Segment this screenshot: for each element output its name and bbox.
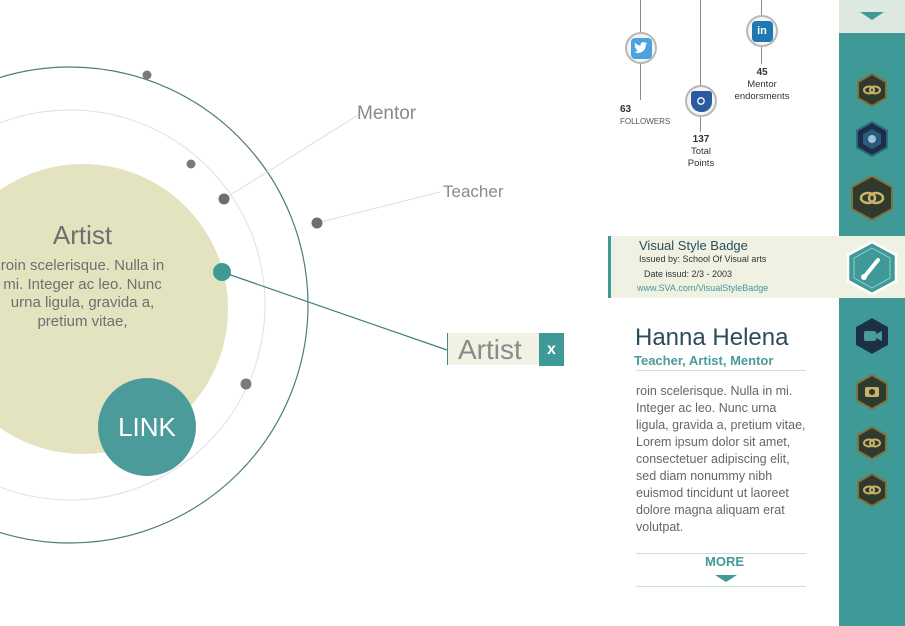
chevron-down-icon [860,12,884,20]
twitter-stem-lower [640,62,641,100]
points-stem [700,0,701,85]
link-badge-icon[interactable] [856,473,888,507]
badge-url-link[interactable]: www.SVA.com/VisualStyleBadge [637,283,768,293]
linkedin-stem [761,0,762,15]
orbit-node[interactable] [186,159,196,169]
camera-badge-icon[interactable] [855,121,889,157]
orbit-node-teacher[interactable] [311,217,323,229]
link-badge-icon[interactable] [856,73,888,107]
chevron-down-icon[interactable] [715,575,737,582]
twitter-bird-icon [630,37,652,59]
video-camera-badge-icon[interactable] [853,316,891,356]
link-badge-icon[interactable] [850,175,894,221]
linkedin-icon: in [751,20,773,42]
center-description: roin scelerisque. Nulla in mi. Integer a… [0,257,165,330]
teacher-connector [316,191,441,224]
selected-role-label: Artist [458,334,522,365]
points-label-line2: Points [687,158,715,169]
followers-label: FOLLOWERS [620,117,671,126]
endorsements-label-line2: endorsments [734,91,790,102]
followers-count: 63 [620,104,632,115]
orbit-node-mentor[interactable] [218,193,230,205]
orbit-node-artist[interactable] [213,263,231,281]
badge-title: Visual Style Badge [639,238,748,253]
profile-name: Hanna Helena [635,324,789,351]
link-button[interactable]: LINK [98,378,196,476]
points-label-line1: Total [690,146,712,157]
badge-issuer: Issued by: School Of Visual arts [639,254,767,264]
profile-bio: roin scelerisque. Nulla in mi. Integer a… [636,384,806,534]
endorsements-label-line1: Mentor [747,79,777,90]
profile-divider [636,370,806,371]
endorsements-stat: 45 Mentor endorsments [732,67,792,103]
endorsements-count: 45 [756,67,768,78]
twitter-stem [640,0,641,32]
points-stem-lower [700,116,701,132]
remove-tag-button[interactable]: x [539,333,564,366]
linkedin-button[interactable]: in [746,15,778,47]
more-divider-bottom [636,586,806,587]
badge-date: Date issud: 2/3 - 2003 [644,269,733,279]
points-count: 137 [692,134,710,145]
profile-roles: Teacher, Artist, Mentor [634,353,774,368]
orbit-node[interactable] [142,70,152,80]
teacher-label[interactable]: Teacher [443,182,503,202]
shield-badge-icon [690,90,712,112]
points-stat: 137 Total Points [685,134,717,170]
orbit-node[interactable] [240,378,252,390]
link-badge-icon[interactable] [856,426,888,460]
center-title: Artist [52,220,113,250]
mentor-label[interactable]: Mentor [357,103,416,125]
paintbrush-badge-icon[interactable] [846,241,898,295]
artist-connector [221,271,448,351]
twitter-button[interactable] [625,32,657,64]
sidebar-scroll-up-button[interactable] [839,0,905,33]
mentor-connector [223,114,359,200]
badge-detail-panel: Visual Style Badge Issued by: School Of … [608,236,843,298]
selected-role-tag[interactable]: Artist [447,333,540,365]
points-button[interactable] [685,85,717,117]
camera-badge-icon[interactable] [855,374,889,410]
linkedin-stem-lower [761,46,762,64]
followers-stat: 63 FOLLOWERS [620,104,670,128]
more-button[interactable]: MORE [705,554,744,569]
